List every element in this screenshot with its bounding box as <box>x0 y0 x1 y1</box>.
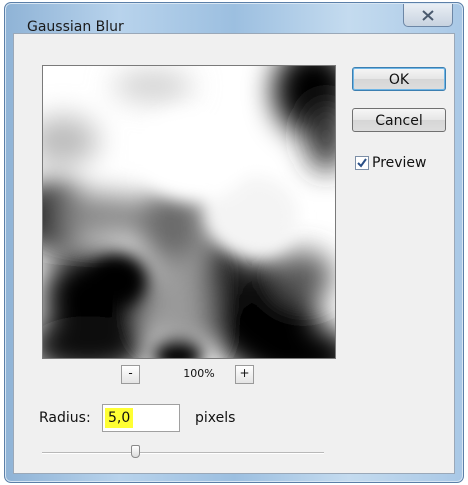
preview-label: Preview <box>372 155 427 171</box>
radius-slider-track[interactable] <box>42 452 324 454</box>
blur-preview-image[interactable] <box>42 65 336 359</box>
radius-unit-label: pixels <box>195 410 236 426</box>
dialog-body: - 100% + OK Cancel Preview Radius: 5,0 p… <box>13 33 455 474</box>
preview-checkbox-row[interactable]: Preview <box>355 155 427 171</box>
cancel-button[interactable]: Cancel <box>352 108 446 132</box>
radius-value: 5,0 <box>105 408 134 428</box>
radius-input[interactable]: 5,0 <box>102 404 180 432</box>
gaussian-blur-dialog: Gaussian Blur - 100% + OK Cancel Preview… <box>4 2 464 483</box>
radius-slider-thumb[interactable] <box>130 445 140 458</box>
preview-checkbox[interactable] <box>355 156 369 170</box>
ok-button[interactable]: OK <box>352 67 446 91</box>
radius-label: Radius: <box>39 410 91 426</box>
zoom-out-button[interactable]: - <box>121 365 140 384</box>
close-button[interactable] <box>403 4 453 27</box>
close-icon <box>422 6 434 25</box>
zoom-in-button[interactable]: + <box>235 365 254 384</box>
zoom-level: 100% <box>183 367 215 380</box>
